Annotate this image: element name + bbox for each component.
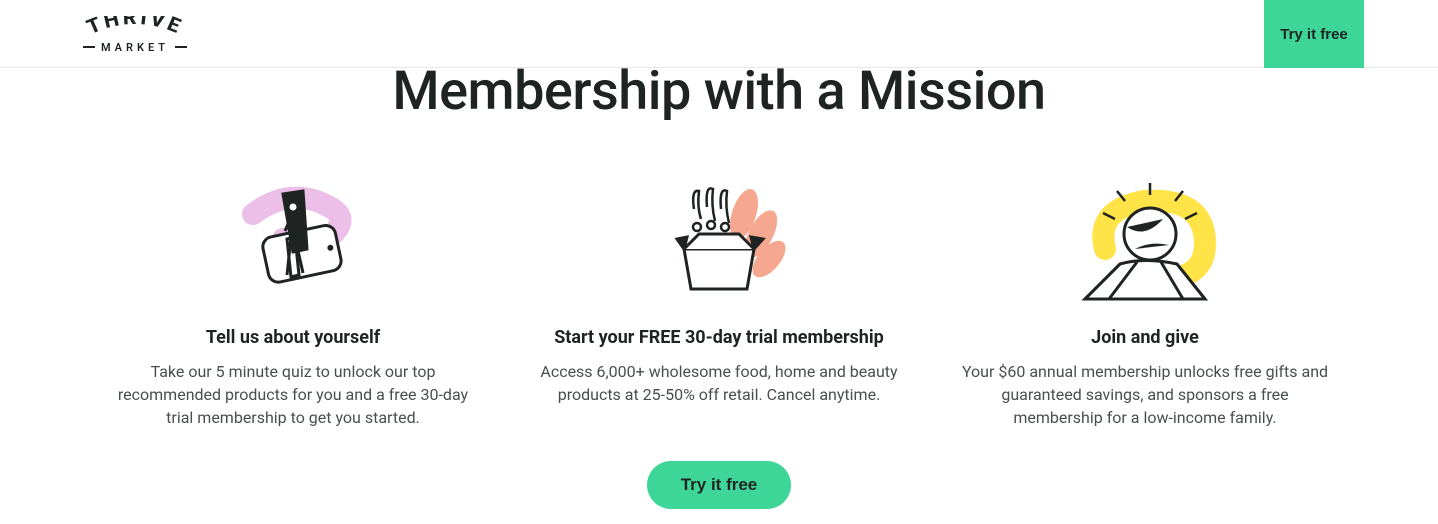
feature-title: Join and give xyxy=(1091,327,1199,348)
feature-body: Access 6,000+ wholesome food, home and b… xyxy=(529,360,909,406)
quiz-phone-icon xyxy=(213,179,373,309)
globe-hands-icon xyxy=(1065,179,1225,309)
try-it-free-button[interactable]: Try it free xyxy=(647,461,792,509)
site-header: THRIVE MARKET Try it free xyxy=(0,0,1438,68)
feature-column-give: Join and give Your $60 annual membership… xyxy=(955,179,1335,430)
brand-logo-bottom: MARKET xyxy=(83,42,187,53)
box-produce-icon xyxy=(639,179,799,309)
dash-icon xyxy=(175,46,187,48)
try-it-free-header-button[interactable]: Try it free xyxy=(1264,0,1364,68)
feature-body: Your $60 annual membership unlocks free … xyxy=(955,360,1335,430)
feature-title: Start your FREE 30-day trial membership xyxy=(554,327,884,348)
feature-title: Tell us about yourself xyxy=(206,327,380,348)
brand-logo-bottom-text: MARKET xyxy=(101,42,169,53)
feature-column-trial: Start your FREE 30-day trial membership … xyxy=(529,179,909,430)
brand-logo: THRIVE MARKET xyxy=(80,12,190,56)
dash-icon xyxy=(83,46,95,48)
main-content: Membership with a Mission xyxy=(0,64,1438,509)
feature-body: Take our 5 minute quiz to unlock our top… xyxy=(103,360,483,430)
feature-column-quiz: Tell us about yourself Take our 5 minute… xyxy=(103,179,483,430)
svg-text:THRIVE: THRIVE xyxy=(83,16,186,40)
page-headline: Membership with a Mission xyxy=(100,64,1338,121)
brand-logo-top: THRIVE xyxy=(77,16,193,40)
feature-columns: Tell us about yourself Take our 5 minute… xyxy=(100,179,1338,430)
